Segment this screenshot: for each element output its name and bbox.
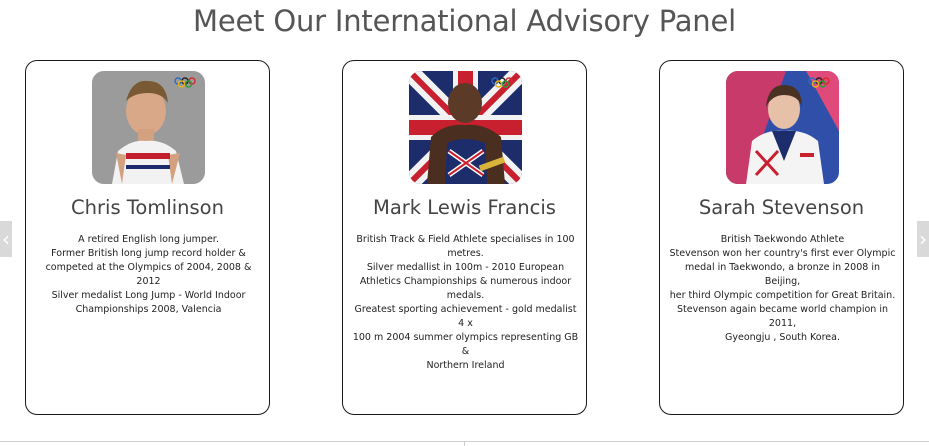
bio-line: British Taekwondo Athlete <box>720 234 845 245</box>
bio-line: medals. <box>446 290 485 301</box>
athlete-photo <box>92 71 205 184</box>
carousel-prev-button[interactable]: ‹ <box>0 221 12 257</box>
page-title: Meet Our International Advisory Panel <box>193 4 736 38</box>
panel-card-mark-lewis-francis: Mark Lewis Francis British Track & Field… <box>342 60 587 415</box>
athlete-bio: A retired English long jumper. Former Br… <box>34 233 263 317</box>
athlete-photo <box>409 71 522 184</box>
bio-line: medal in Taekwondo, a bronze in 2008 in … <box>685 262 880 287</box>
bio-line: Greatest sporting achievement - gold med… <box>354 304 577 329</box>
bio-line: Northern Ireland <box>426 360 505 371</box>
panel-card-sarah-stevenson: Sarah Stevenson British Taekwondo Athlet… <box>659 60 904 415</box>
athlete-name: Sarah Stevenson <box>698 196 865 219</box>
bio-line: her third Olympic competition for Great … <box>669 290 896 301</box>
bio-line: Stevenson won her country's first ever O… <box>669 248 896 259</box>
footer-divider-tick <box>464 441 465 446</box>
carousel-next-button[interactable]: › <box>917 221 929 257</box>
bio-line: Silver medallist in 100m - 2010 European <box>366 262 565 273</box>
chevron-left-icon: ‹ <box>2 227 10 251</box>
athlete-bio: British Taekwondo Athlete Stevenson won … <box>668 233 897 345</box>
bio-line: metres. <box>447 248 484 259</box>
bio-line: competed at the Olympics of 2004, 2008 &… <box>45 262 252 287</box>
bio-line: Stevenson again became world champion in… <box>677 304 888 329</box>
chevron-right-icon: › <box>919 227 927 251</box>
bio-line: British Track & Field Athlete specialise… <box>356 234 575 245</box>
panel-card-chris-tomlinson: Chris Tomlinson A retired English long j… <box>25 60 270 415</box>
bio-line: Former British long jump record holder & <box>51 248 246 259</box>
bio-line: A retired English long jumper. <box>78 234 219 245</box>
athlete-bio: British Track & Field Athlete specialise… <box>351 233 580 373</box>
bio-line: Athletics Championships & numerous indoo… <box>359 276 572 287</box>
bio-line: Silver medalist Long Jump - World Indoor <box>51 290 246 301</box>
athlete-name: Mark Lewis Francis <box>373 196 556 219</box>
bio-line: Gyeongju , South Korea. <box>725 332 840 343</box>
athlete-name: Chris Tomlinson <box>71 196 224 219</box>
bio-line: Championships 2008, Valencia <box>75 304 222 315</box>
bio-line: 100 m 2004 summer olympics representing … <box>352 332 579 357</box>
athlete-photo <box>726 71 839 184</box>
